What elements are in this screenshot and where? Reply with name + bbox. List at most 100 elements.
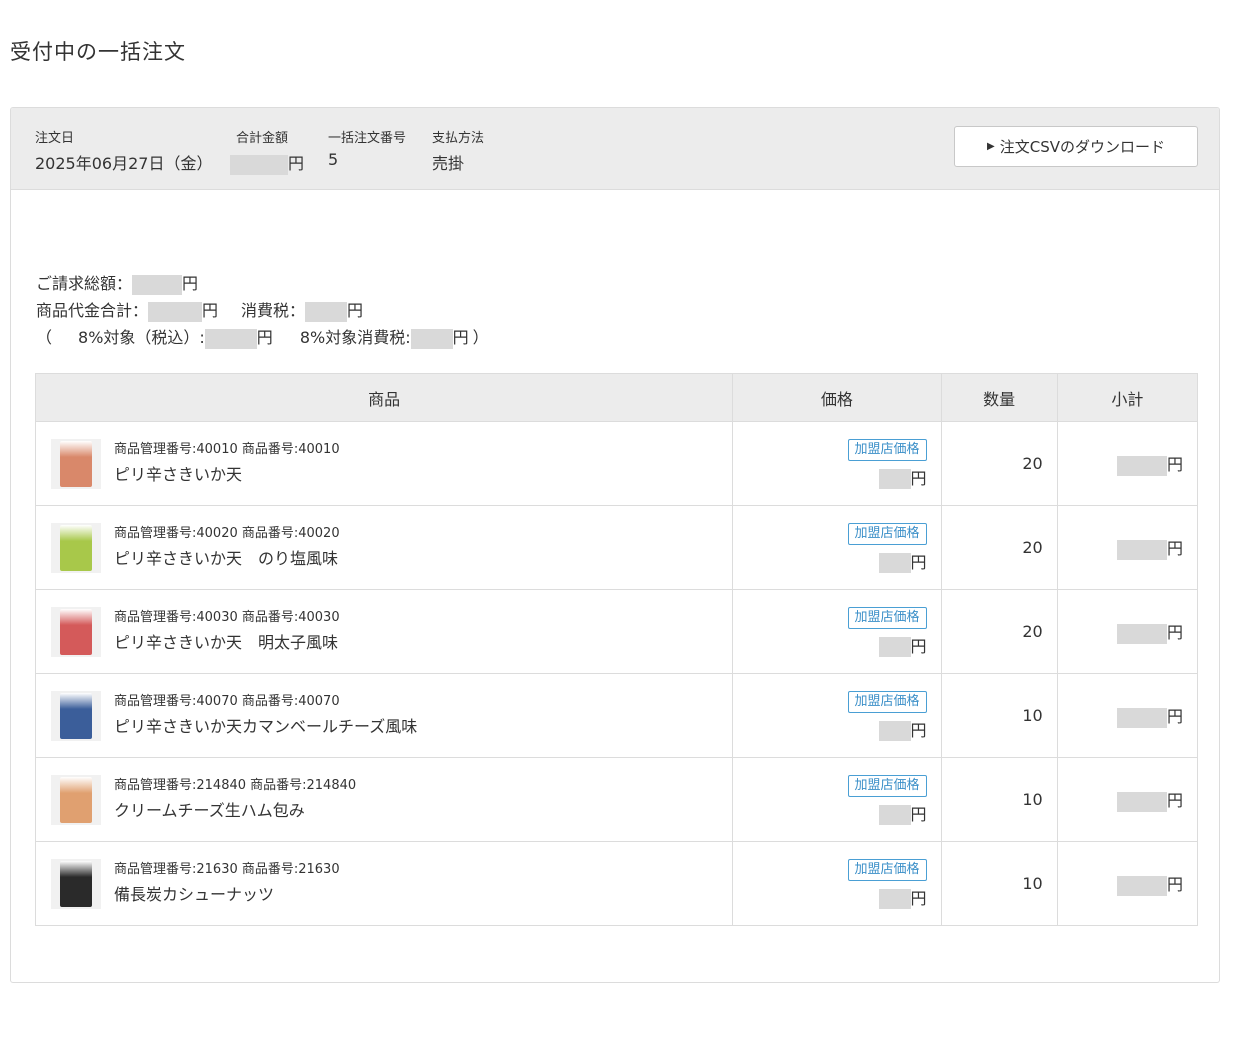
csv-download-label: 注文CSVのダウンロード [999,138,1165,156]
order-total-unit: 円 [288,154,305,173]
product-cell: 商品管理番号:40070 商品番号:40070 ピリ辛さきいか天カマンベールチーズ… [34,673,734,758]
price-value: 円 [733,801,927,826]
subtotal-cell: 円 [1056,841,1199,926]
member-price-badge: 加盟店価格 [847,438,927,461]
product-info: 商品管理番号:40010 商品番号:40010 ピリ辛さきいか天 [36,438,732,489]
csv-download-button[interactable]: ▶ 注文CSVのダウンロード [954,126,1198,167]
payment-method: 支払方法 売掛 [432,127,484,174]
order-header: 注文日 2025年06月27日（金） 合計金額 円 一括注文番号 5 支払方法 … [11,108,1219,190]
quantity-cell: 20 [940,589,1058,674]
unit-label: 円 [202,301,219,320]
quantity-cell: 10 [940,841,1058,926]
tax-breakdown-line: （8%対象（税込）: 円 8%対象消費税: 円） [36,324,489,351]
product-thumbnail[interactable] [51,690,101,741]
redacted-amount [1116,791,1167,812]
product-thumbnail[interactable] [51,438,101,489]
unit-label: 円 [910,888,927,908]
order-card: 注文日 2025年06月27日（金） 合計金額 円 一括注文番号 5 支払方法 … [10,107,1220,983]
product-name[interactable]: ピリ辛さきいか天 明太子風味 [114,632,340,654]
column-header-price: 価格 [732,373,942,422]
product-name[interactable]: クリームチーズ生ハム包み [114,800,356,822]
product-cell: 商品管理番号:214840 商品番号:214840 クリームチーズ生ハム包み [34,757,734,842]
order-number-value: 5 [328,150,339,169]
product-package-image [60,524,92,571]
product-name[interactable]: 備長炭カシューナッツ [114,884,340,906]
billing-total-label: ご請求総額： [36,274,133,293]
unit-label: 円 [910,636,927,656]
product-text: 商品管理番号:21630 商品番号:21630 備長炭カシューナッツ [114,861,340,906]
column-header-quantity: 数量 [940,373,1058,422]
product-text: 商品管理番号:214840 商品番号:214840 クリームチーズ生ハム包み [114,777,356,822]
quantity-cell: 10 [940,673,1058,758]
product-name[interactable]: ピリ辛さきいか天カマンベールチーズ風味 [114,716,417,738]
product-package-image [60,608,92,655]
product-code: 商品管理番号:214840 商品番号:214840 [114,778,357,793]
product-name[interactable]: ピリ辛さきいか天 のり塩風味 [114,548,340,570]
price-cell: 加盟店価格円 [732,757,942,842]
price-value: 円 [733,633,927,658]
quantity-cell: 10 [940,757,1058,842]
tax8-label: 8%対象消費税: [299,328,411,347]
price-cell: 加盟店価格円 [732,421,942,506]
product-total-label: 商品代金合計： [36,301,149,320]
subtotal-cell: 円 [1056,757,1199,842]
table-row: 商品管理番号:40010 商品番号:40010 ピリ辛さきいか天 加盟店価格円 20 円 [34,421,1199,506]
product-thumbnail[interactable] [51,858,101,909]
product-code: 商品管理番号:40070 商品番号:40070 [114,694,340,709]
product-code: 商品管理番号:40010 商品番号:40010 [114,442,340,457]
product-text: 商品管理番号:40030 商品番号:40030 ピリ辛さきいか天 明太子風味 [114,609,340,654]
redacted-amount [878,637,911,658]
product-text: 商品管理番号:40010 商品番号:40010 ピリ辛さきいか天 [114,441,340,486]
price-cell: 加盟店価格円 [732,841,942,926]
product-name[interactable]: ピリ辛さきいか天 [114,464,340,486]
product-cell: 商品管理番号:21630 商品番号:21630 備長炭カシューナッツ [34,841,734,926]
unit-label: 円 [452,328,469,347]
column-header-subtotal: 小計 [1056,373,1199,422]
order-number-label: 一括注文番号 [328,131,407,146]
price-value: 円 [733,465,927,490]
price-cell: 加盟店価格円 [732,673,942,758]
product-text: 商品管理番号:40020 商品番号:40020 ピリ辛さきいか天 のり塩風味 [114,525,340,570]
order-total-value: 円 [230,150,304,175]
payment-method-value: 売掛 [432,154,465,173]
product-text: 商品管理番号:40070 商品番号:40070 ピリ辛さきいか天カマンベールチーズ… [114,693,417,738]
member-price-badge: 加盟店価格 [847,774,927,797]
product-package-image [60,692,92,739]
unit-label: 円 [1166,539,1183,559]
product-package-image [60,776,92,823]
subtotal-cell: 円 [1056,421,1199,506]
redacted-amount [1116,623,1167,644]
price-cell: 加盟店価格円 [732,589,942,674]
price-value: 円 [733,885,927,910]
member-price-badge: 加盟店価格 [847,858,927,881]
subtotal-cell: 円 [1056,505,1199,590]
redacted-amount [878,721,911,742]
product-cell: 商品管理番号:40020 商品番号:40020 ピリ辛さきいか天 のり塩風味 [34,505,734,590]
product-info: 商品管理番号:40020 商品番号:40020 ピリ辛さきいか天 のり塩風味 [36,522,732,573]
unit-label: 円 [1166,623,1183,643]
product-thumbnail[interactable] [51,522,101,573]
redacted-amount [878,469,911,490]
unit-label: 円 [910,720,927,740]
tax-label: 消費税： [241,301,306,320]
unit-label: 円 [1166,707,1183,727]
redacted-amount [1116,875,1167,896]
table-row: 商品管理番号:214840 商品番号:214840 クリームチーズ生ハム包み 加盟店… [34,757,1199,842]
product-thumbnail[interactable] [51,774,101,825]
unit-label: 円 [256,328,273,347]
order-date: 注文日 2025年06月27日（金） [35,127,212,174]
order-summary: ご請求総額：円 商品代金合計：円消費税：円 （8%対象（税込）: 円 8%対象消費税… [36,270,489,351]
redacted-amount [305,301,348,322]
unit-label: 円 [182,274,199,293]
page-title: 受付中の一括注文 [10,40,186,64]
redacted-amount [132,274,183,295]
product-cell: 商品管理番号:40010 商品番号:40010 ピリ辛さきいか天 [34,421,734,506]
subtotal-cell: 円 [1056,589,1199,674]
product-thumbnail[interactable] [51,606,101,657]
member-price-badge: 加盟店価格 [847,522,927,545]
product-info: 商品管理番号:214840 商品番号:214840 クリームチーズ生ハム包み [36,774,732,825]
payment-method-label: 支払方法 [432,131,485,146]
column-header-product: 商品 [34,373,734,422]
table-row: 商品管理番号:40030 商品番号:40030 ピリ辛さきいか天 明太子風味 加盟店… [34,589,1199,674]
unit-label: 円 [1166,791,1183,811]
